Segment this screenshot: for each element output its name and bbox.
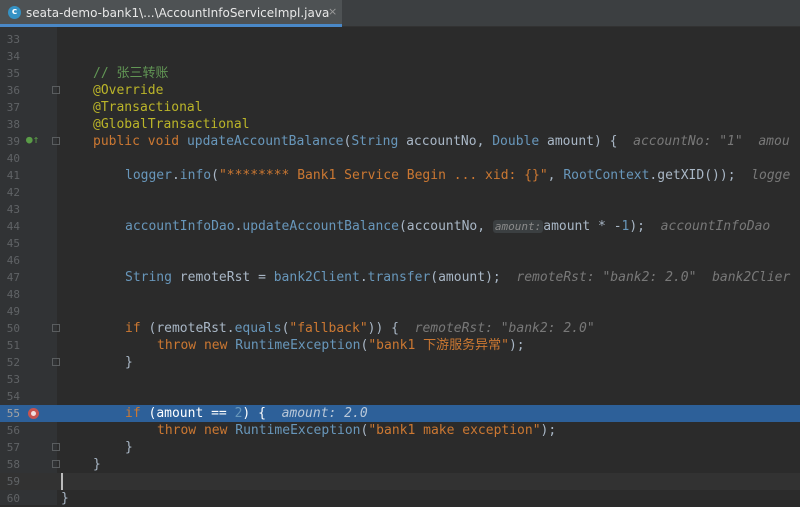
code-line[interactable]: 54 <box>0 388 800 405</box>
line-number: 52 <box>6 356 20 369</box>
line-number: 33 <box>6 33 20 46</box>
tab-accountinfoserviceimpl[interactable]: c seata-demo-bank1\...\AccountInfoServic… <box>0 0 342 27</box>
code-line[interactable]: 34 <box>0 48 800 65</box>
code-line[interactable]: 48 <box>0 286 800 303</box>
code-line[interactable]: 58 } <box>0 456 800 473</box>
code-text: } <box>125 355 133 370</box>
line-number: 40 <box>6 152 20 165</box>
line-number: 57 <box>6 441 20 454</box>
code-line[interactable]: 42 <box>0 184 800 201</box>
breakpoint-icon[interactable] <box>28 408 39 419</box>
code-line[interactable]: 37 @Transactional <box>0 99 800 116</box>
code-line[interactable]: 53 <box>0 371 800 388</box>
code-line[interactable]: 43 <box>0 201 800 218</box>
close-icon[interactable]: × <box>328 5 337 18</box>
code-line[interactable]: 38 @GlobalTransactional <box>0 116 800 133</box>
code-line-caret[interactable]: 59 <box>0 473 800 490</box>
code-text: // 张三转账 <box>93 66 169 81</box>
code-line[interactable]: 51 throw new RuntimeException("bank1 下游服… <box>0 337 800 354</box>
java-class-icon: c <box>8 6 21 19</box>
code-text: String remoteRst = bank2Client.transfer(… <box>125 270 791 285</box>
code-text: @Override <box>93 83 164 98</box>
implements-method-icon[interactable]: ●↑ <box>26 133 39 146</box>
code-text: @GlobalTransactional <box>93 117 250 132</box>
code-line[interactable]: 56 throw new RuntimeException("bank1 mak… <box>0 422 800 439</box>
line-number: 55 <box>6 407 20 420</box>
fold-marker-icon[interactable] <box>52 86 60 94</box>
code-line[interactable]: 52 } <box>0 354 800 371</box>
code-text: @Transactional <box>93 100 203 115</box>
code-line[interactable]: 33 <box>0 31 800 48</box>
code-line[interactable]: 36 @Override <box>0 82 800 99</box>
line-number: 38 <box>6 118 20 131</box>
line-number: 34 <box>6 50 20 63</box>
fold-marker-icon[interactable] <box>52 324 60 332</box>
line-number: 58 <box>6 458 20 471</box>
code-line-current[interactable]: 55 if (amount == 2) { amount: 2.0 <box>0 405 800 422</box>
line-number: 35 <box>6 67 20 80</box>
line-number: 41 <box>6 169 20 182</box>
code-line[interactable]: 57 } <box>0 439 800 456</box>
code-line[interactable]: 46 <box>0 252 800 269</box>
code-line[interactable]: 41 logger.info("******** Bank1 Service B… <box>0 167 800 184</box>
code-text: } <box>125 440 133 455</box>
code-text: } <box>61 491 69 506</box>
code-text: if (amount == 2) { amount: 2.0 <box>125 406 368 421</box>
line-number: 54 <box>6 390 20 403</box>
fold-marker-icon[interactable] <box>52 460 60 468</box>
code-line[interactable]: 47 String remoteRst = bank2Client.transf… <box>0 269 800 286</box>
line-number: 42 <box>6 186 20 199</box>
code-line[interactable]: 40 <box>0 150 800 167</box>
fold-marker-icon[interactable] <box>52 358 60 366</box>
line-number: 56 <box>6 424 20 437</box>
line-number: 51 <box>6 339 20 352</box>
code-text: } <box>93 457 101 472</box>
line-number: 53 <box>6 373 20 386</box>
line-number: 45 <box>6 237 20 250</box>
fold-marker-icon[interactable] <box>52 137 60 145</box>
code-line[interactable]: 39 ●↑ public void updateAccountBalance(S… <box>0 133 800 150</box>
line-number: 60 <box>6 492 20 505</box>
fold-marker-icon[interactable] <box>52 443 60 451</box>
code-text: logger.info("******** Bank1 Service Begi… <box>125 168 791 183</box>
parameter-name-hint: amount: <box>492 220 544 233</box>
code-text: if (remoteRst.equals("fallback")) { remo… <box>125 321 595 336</box>
line-number: 46 <box>6 254 20 267</box>
line-number: 43 <box>6 203 20 216</box>
line-number: 50 <box>6 322 20 335</box>
code-line[interactable]: 60 } <box>0 490 800 507</box>
tab-title: seata-demo-bank1\...\AccountInfoServiceI… <box>26 6 330 20</box>
code-line[interactable]: 49 <box>0 303 800 320</box>
code-line[interactable]: 50 if (remoteRst.equals("fallback")) { r… <box>0 320 800 337</box>
line-number: 39 <box>6 135 20 148</box>
code-line[interactable]: 44 accountInfoDao.updateAccountBalance(a… <box>0 218 800 235</box>
code-text: public void updateAccountBalance(String … <box>93 134 790 149</box>
line-number: 44 <box>6 220 20 233</box>
line-number: 37 <box>6 101 20 114</box>
editor-tab-bar: c seata-demo-bank1\...\AccountInfoServic… <box>0 0 800 27</box>
line-number: 49 <box>6 305 20 318</box>
line-number: 47 <box>6 271 20 284</box>
code-line[interactable]: 35 // 张三转账 <box>0 65 800 82</box>
line-number: 48 <box>6 288 20 301</box>
code-text: throw new RuntimeException("bank1 下游服务异常… <box>157 338 525 353</box>
line-number: 59 <box>6 475 20 488</box>
code-text: accountInfoDao.updateAccountBalance(acco… <box>125 219 771 234</box>
text-caret <box>61 473 63 490</box>
code-line[interactable]: 45 <box>0 235 800 252</box>
code-text: throw new RuntimeException("bank1 make e… <box>157 423 557 438</box>
line-number: 36 <box>6 84 20 97</box>
